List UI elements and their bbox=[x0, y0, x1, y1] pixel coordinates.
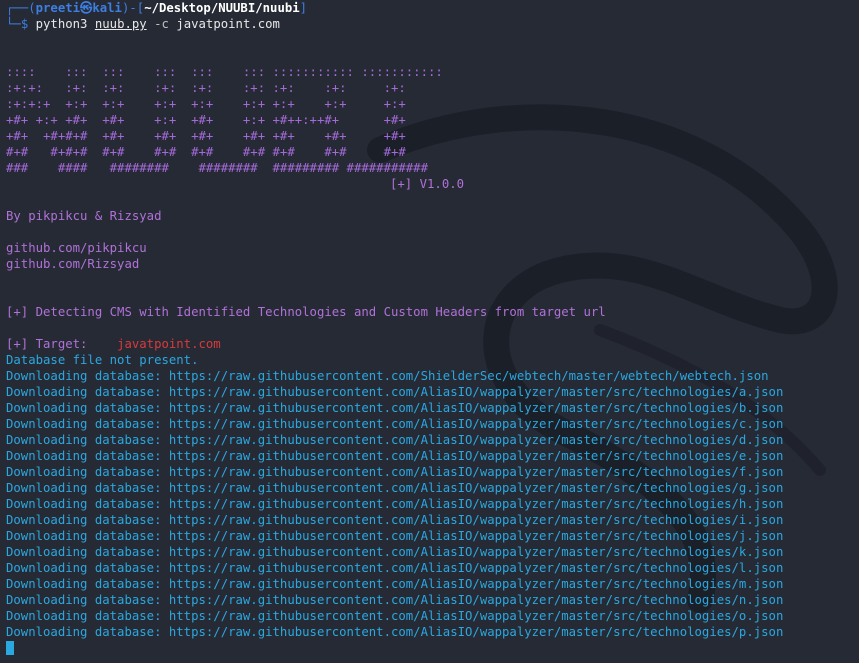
download-line: Downloading database: https://raw.github… bbox=[6, 497, 784, 511]
download-line: Downloading database: https://raw.github… bbox=[6, 609, 784, 623]
target-value: javatpoint.com bbox=[117, 337, 221, 351]
command-flag: -c bbox=[146, 17, 177, 31]
download-line: Downloading database: https://raw.github… bbox=[6, 529, 784, 543]
banner-line: :::: ::: ::: ::: ::: ::: ::::::::::: :::… bbox=[6, 65, 443, 79]
download-line: Downloading database: https://raw.github… bbox=[6, 513, 784, 527]
command-python: python3 bbox=[35, 17, 95, 31]
download-line: Downloading database: https://raw.github… bbox=[6, 577, 784, 591]
credits-by: By pikpikcu & Rizsyad bbox=[6, 209, 162, 223]
download-line: Downloading database: https://raw.github… bbox=[6, 433, 784, 447]
banner-line: #+# #+#+# #+# #+# #+# #+# #+# #+# #+# bbox=[6, 145, 406, 159]
banner-line: ### #### ######## ######## ######### ###… bbox=[6, 161, 428, 175]
prompt-path: ~/Desktop/NUUBI/nuubi bbox=[144, 1, 300, 15]
prompt-line-command: └─$ python3 nuub.py -c javatpoint.com bbox=[6, 17, 280, 31]
cursor-line[interactable] bbox=[6, 640, 859, 656]
banner-line: +#+ +#+#+# +#+ +#+ +#+ +#+ +#+ +#+ +#+ bbox=[6, 129, 406, 143]
download-line: Downloading database: https://raw.github… bbox=[6, 385, 784, 399]
download-line: Downloading database: https://raw.github… bbox=[6, 417, 784, 431]
terminal-window[interactable]: ┌──(preeti㉿kali)-[~/Desktop/NUUBI/nuubi]… bbox=[0, 0, 859, 663]
credits-github-rizsyad: github.com/Rizsyad bbox=[6, 257, 140, 271]
db-missing-line: Database file not present. bbox=[6, 353, 199, 367]
download-line: Downloading database: https://raw.github… bbox=[6, 625, 784, 639]
prompt-line-top: ┌──(preeti㉿kali)-[~/Desktop/NUUBI/nuubi] bbox=[6, 1, 308, 15]
banner-line: +#+ +:+ +#+ +#+ +:+ +#+ +:+ +#++:++#+ +#… bbox=[6, 113, 406, 127]
credits-github-pikpikcu: github.com/pikpikcu bbox=[6, 241, 147, 255]
download-line: Downloading database: https://raw.github… bbox=[6, 561, 784, 575]
download-line: Downloading database: https://raw.github… bbox=[6, 449, 784, 463]
download-line: Downloading database: https://raw.github… bbox=[6, 369, 769, 383]
command-arg: javatpoint.com bbox=[176, 17, 280, 31]
version-line: [+] V1.0.0 bbox=[390, 177, 465, 191]
download-line: Downloading database: https://raw.github… bbox=[6, 401, 784, 415]
banner-line: :+:+: :+: :+: :+: :+: :+: :+: :+: :+: bbox=[6, 81, 406, 95]
prompt-user: preeti㉿kali bbox=[35, 1, 122, 15]
download-line: Downloading database: https://raw.github… bbox=[6, 481, 784, 495]
terminal-output: ┌──(preeti㉿kali)-[~/Desktop/NUUBI/nuubi]… bbox=[6, 0, 859, 656]
banner-line: :+:+:+ +:+ +:+ +:+ +:+ +:+ +:+ +:+ +:+ bbox=[6, 97, 406, 111]
command-script: nuub.py bbox=[94, 17, 147, 31]
download-line: Downloading database: https://raw.github… bbox=[6, 545, 784, 559]
download-line: Downloading database: https://raw.github… bbox=[6, 465, 784, 479]
detecting-line: [+] Detecting CMS with Identified Techno… bbox=[6, 305, 606, 319]
target-line: [+] Target: javatpoint.com bbox=[6, 337, 221, 351]
download-line: Downloading database: https://raw.github… bbox=[6, 593, 784, 607]
terminal-cursor bbox=[6, 641, 14, 655]
